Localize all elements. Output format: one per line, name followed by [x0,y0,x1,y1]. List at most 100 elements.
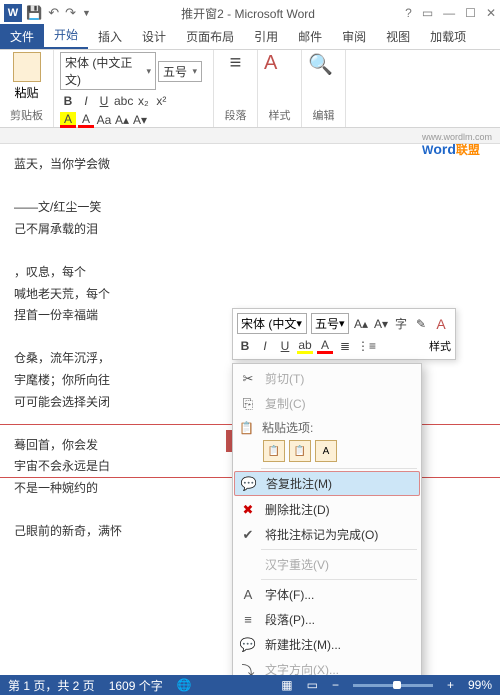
mini-styles[interactable]: A [433,316,449,332]
copy-icon: ⎘ [239,396,257,412]
mini-wenzi[interactable]: 字 [393,316,409,332]
text-direction-icon: ⤵ [239,662,257,676]
menu-cut: ✂剪切(T) [233,366,421,391]
minimize-icon[interactable]: — [443,6,455,20]
text-line: ——文/红尘一笑 [14,197,486,219]
menu-mark-done[interactable]: ✔将批注标记为完成(O) [233,522,421,547]
mini-highlight[interactable]: ab [297,338,313,354]
reply-icon: 💬 [240,476,258,492]
group-paragraph: ≡ 段落 [214,50,258,127]
highlight-button[interactable]: A [60,112,76,128]
group-font: 宋体 (中文正文)▾ 五号▾ B I U abc x₂ x² A A Aa A▴… [54,50,214,127]
font-size-combo[interactable]: 五号▾ [158,61,202,82]
menu-delete-comment[interactable]: ✖删除批注(D) [233,497,421,522]
paste-label[interactable]: 粘贴 [14,84,38,101]
tab-layout[interactable]: 页面布局 [176,24,244,49]
font-name-combo[interactable]: 宋体 (中文正文)▾ [60,52,156,90]
qat-dropdown-icon[interactable]: ▼ [82,8,91,18]
tab-review[interactable]: 审阅 [332,24,376,49]
mini-shrink-font[interactable]: A▾ [373,316,389,332]
paragraph-icon[interactable]: ≡ [230,52,242,75]
tab-mailings[interactable]: 邮件 [288,24,332,49]
mini-size-combo[interactable]: 五号▾ [311,313,349,334]
tab-file[interactable]: 文件 [0,24,44,49]
context-menu: ✂剪切(T) ⎘复制(C) 📋粘贴选项: 📋 📋 A 💬答复批注(M) ✖删除批… [232,363,422,675]
zoom-slider[interactable] [353,684,433,687]
tab-addins[interactable]: 加载项 [420,24,476,49]
menu-text-direction: ⤵文字方向(X)... [233,657,421,675]
zoom-in-icon[interactable]: + [447,678,454,692]
paste-merge-icon[interactable]: 📋 [289,440,311,462]
qat-redo-icon[interactable]: ↷ [65,5,76,21]
close-icon[interactable]: ✕ [486,6,496,20]
underline-button[interactable]: U [96,93,112,109]
cut-icon: ✂ [239,371,257,387]
mini-bullets[interactable]: ≣ [337,338,353,354]
mini-grow-font[interactable]: A▴ [353,316,369,332]
text-line: 喊地老天荒，每个 [14,284,486,306]
tab-insert[interactable]: 插入 [88,24,132,49]
delete-comment-icon: ✖ [239,502,257,518]
zoom-out-icon[interactable]: − [332,678,339,692]
ribbon-options-icon[interactable]: ▭ [422,6,433,20]
italic-button[interactable]: I [78,93,94,109]
styles-icon[interactable]: A [264,52,295,75]
tab-design[interactable]: 设计 [132,24,176,49]
mini-bold[interactable]: B [237,338,253,354]
paste-keep-source-icon[interactable]: 📋 [263,440,285,462]
group-editing: 🔍 编辑 [302,50,346,127]
mini-font-combo[interactable]: 宋体 (中文▾ [237,313,307,334]
mini-styles-label[interactable]: 样式 [429,338,451,354]
font-color-button[interactable]: A [78,112,94,128]
paste-text-only-icon[interactable]: A [315,440,337,462]
view-print-layout-icon[interactable]: ▦ [281,678,292,692]
menu-paragraph[interactable]: ≡段落(P)... [233,607,421,632]
tab-view[interactable]: 视图 [376,24,420,49]
status-bar: 第 1 页，共 2 页 1609 个字 🌐 ▦ ▭ − + 99% [0,675,500,695]
zoom-level[interactable]: 99% [468,678,492,692]
status-language-icon[interactable]: 🌐 [177,678,192,692]
qat-save-icon[interactable]: 💾 [26,5,42,21]
clipboard-group-label: 剪贴板 [6,107,47,125]
help-icon[interactable]: ? [405,6,412,20]
paste-icon[interactable] [13,52,41,82]
mini-numbering[interactable]: ⋮≡ [357,338,376,354]
text-line: ，叹息，每个 [14,262,486,284]
view-read-mode-icon[interactable]: ▭ [307,678,318,692]
subscript-button[interactable]: x₂ [135,93,151,109]
menu-copy: ⎘复制(C) [233,391,421,416]
text-line: 蓝天，当你学会微 [14,154,486,176]
bold-button[interactable]: B [60,93,76,109]
status-word-count[interactable]: 1609 个字 [109,677,163,694]
strike-button[interactable]: abc [114,93,133,109]
change-case-button[interactable]: Aa [96,112,112,128]
maximize-icon[interactable]: ☐ [465,6,476,20]
status-page[interactable]: 第 1 页，共 2 页 [8,677,95,694]
group-clipboard: 粘贴 剪贴板 [0,50,54,127]
mini-font-color[interactable]: A [317,338,333,354]
watermark-logo: www.wordlm.com Word联盟 [422,132,492,159]
app-icon: W [4,4,22,22]
menu-font[interactable]: A字体(F)... [233,582,421,607]
qat-undo-icon[interactable]: ↶ [48,5,59,21]
styles-group-label: 样式 [264,107,295,125]
shrink-font-button[interactable]: A▾ [132,112,148,128]
checkmark-icon: ✔ [239,527,257,543]
group-styles: A 样式 [258,50,302,127]
menu-reply-comment[interactable]: 💬答复批注(M) [234,471,420,496]
mini-format-painter-icon[interactable]: ✎ [413,316,429,332]
tab-references[interactable]: 引用 [244,24,288,49]
text-line: 己不屑承载的泪 [14,219,486,241]
paragraph-icon: ≡ [239,612,257,628]
mini-underline[interactable]: U [277,338,293,354]
find-icon[interactable]: 🔍 [308,52,339,77]
font-icon: A [239,587,257,603]
tab-home[interactable]: 开始 [44,22,88,49]
ribbon-tabs: 文件 开始 插入 设计 页面布局 引用 邮件 审阅 视图 加载项 [0,26,500,50]
menu-new-comment[interactable]: 💬新建批注(M)... [233,632,421,657]
mini-italic[interactable]: I [257,338,273,354]
grow-font-button[interactable]: A▴ [114,112,130,128]
editing-group-label: 编辑 [308,107,339,125]
superscript-button[interactable]: x² [153,93,169,109]
ribbon: 粘贴 剪贴板 宋体 (中文正文)▾ 五号▾ B I U abc x₂ x² A … [0,50,500,128]
